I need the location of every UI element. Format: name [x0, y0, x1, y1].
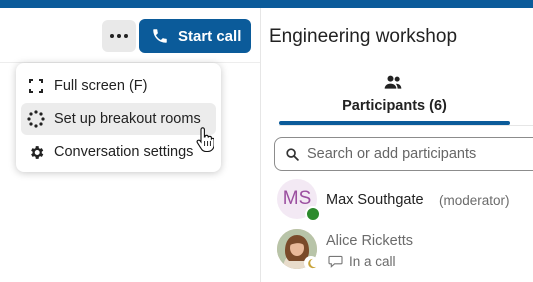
- away-status-icon: [304, 256, 318, 270]
- conversation-title: Engineering workshop: [269, 26, 458, 47]
- search-input[interactable]: [307, 146, 527, 162]
- fullscreen-icon: [27, 77, 45, 95]
- participant-name: Max Southgate: [326, 192, 424, 208]
- participant-status-text: In a call: [349, 254, 396, 269]
- search-icon: [286, 147, 299, 161]
- menu-item-conversation-settings[interactable]: Conversation settings: [21, 136, 216, 168]
- hand-pointer-cursor-icon: [196, 127, 214, 153]
- start-call-button[interactable]: Start call: [139, 19, 251, 53]
- participant-role: (moderator): [439, 193, 510, 208]
- phone-icon: [153, 29, 167, 43]
- actions-menu: Full screen (F) Set up breakout rooms Co…: [16, 63, 221, 172]
- participant-status: In a call: [328, 254, 396, 269]
- menu-item-full-screen[interactable]: Full screen (F): [21, 70, 216, 102]
- top-accent-bar: [0, 0, 533, 8]
- participant-row[interactable]: Alice Ricketts In a call: [277, 229, 533, 273]
- online-status-icon: [305, 206, 321, 222]
- menu-item-breakout-rooms[interactable]: Set up breakout rooms: [21, 103, 216, 135]
- participant-search[interactable]: [274, 137, 533, 171]
- more-actions-button[interactable]: [102, 20, 136, 52]
- tabs-divider: [279, 125, 533, 126]
- start-call-label: Start call: [178, 27, 242, 45]
- breakout-rooms-icon: [27, 110, 45, 128]
- avatar-initials: MS: [282, 188, 312, 209]
- participants-icon: [384, 75, 402, 89]
- more-horizontal-icon: [110, 34, 128, 38]
- tab-participants[interactable]: Participants (6): [279, 70, 510, 126]
- participant-name: Alice Ricketts: [326, 233, 414, 249]
- participant-row[interactable]: MS Max Southgate (moderator): [277, 179, 533, 223]
- sidebar-divider: [260, 8, 261, 282]
- menu-item-label: Conversation settings: [54, 144, 194, 160]
- menu-item-label: Full screen (F): [54, 78, 148, 94]
- chat-bubble-icon: [328, 255, 343, 268]
- menu-item-label: Set up breakout rooms: [54, 111, 201, 127]
- tab-participants-label: Participants (6): [342, 98, 447, 114]
- gear-icon: [27, 143, 45, 161]
